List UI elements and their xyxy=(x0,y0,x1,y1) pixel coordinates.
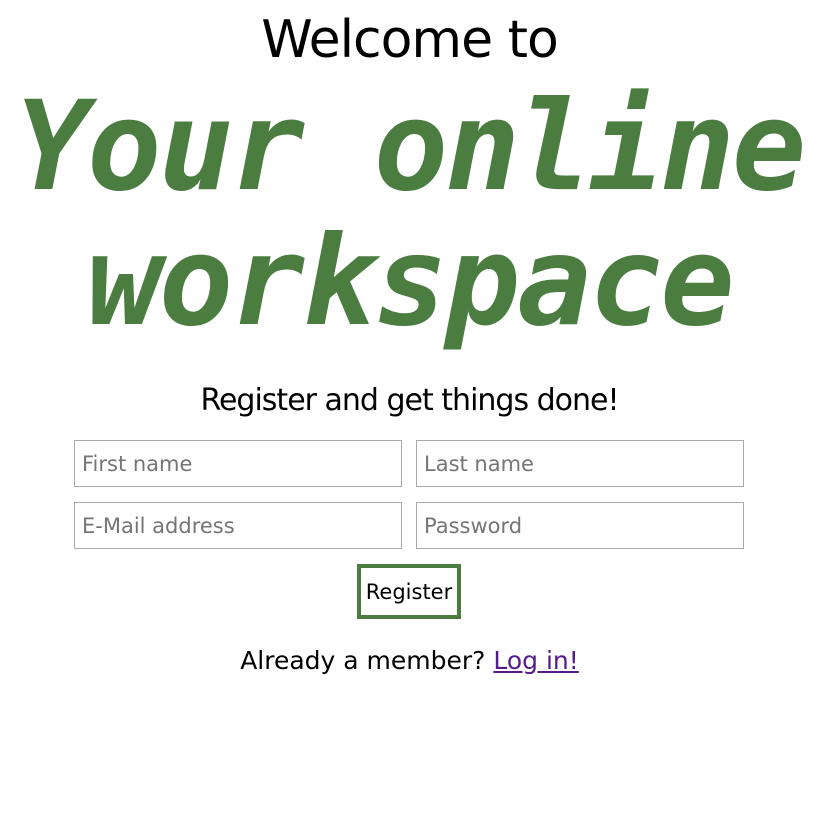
first-name-input[interactable] xyxy=(74,440,402,487)
register-button-wrap: Register xyxy=(74,564,744,619)
login-link[interactable]: Log in! xyxy=(493,646,578,675)
member-text: Already a member? xyxy=(240,646,486,675)
welcome-heading: Welcome to xyxy=(261,10,559,70)
hero-title: Your online workspace xyxy=(0,80,819,350)
email-input[interactable] xyxy=(74,502,402,549)
name-row xyxy=(74,440,744,487)
tagline: Register and get things done! xyxy=(200,383,619,418)
hero-title-line-2: workspace xyxy=(87,210,735,354)
login-prompt: Already a member? Log in! xyxy=(0,643,819,679)
registration-form: Register xyxy=(74,440,744,619)
hero-title-line-1: Your online xyxy=(15,75,806,219)
register-button[interactable]: Register xyxy=(357,564,461,619)
password-input[interactable] xyxy=(416,502,744,549)
last-name-input[interactable] xyxy=(416,440,744,487)
credentials-row xyxy=(74,502,744,549)
